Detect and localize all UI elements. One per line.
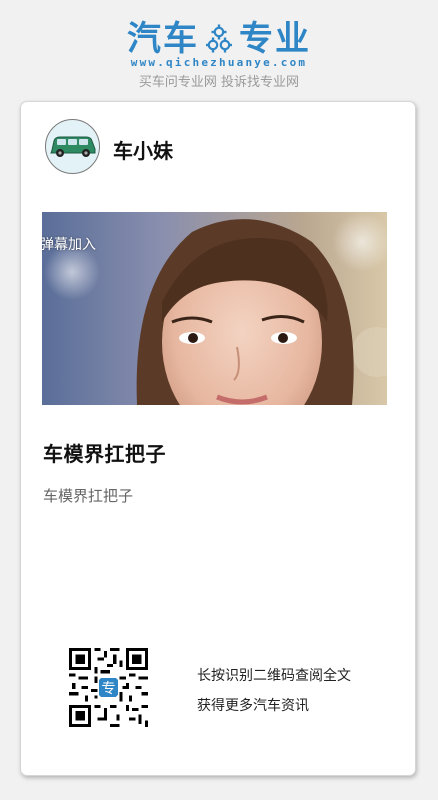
danmaku-label[interactable]: 弹幕加入 bbox=[42, 234, 96, 254]
qr-hint-line2: 获得更多汽车资讯 bbox=[197, 698, 309, 714]
site-logo[interactable]: 汽车 专业 bbox=[0, 18, 438, 60]
logo-slogan: 买车问专业网 投诉找专业网 bbox=[138, 75, 300, 90]
logo-text-left: 汽车 bbox=[127, 19, 199, 59]
logo-url: www.qichezhuanye.com bbox=[130, 56, 308, 69]
logo-text-right: 专业 bbox=[239, 19, 311, 59]
qr-code[interactable]: 专 bbox=[69, 648, 148, 727]
qr-center-badge: 专 bbox=[101, 680, 115, 697]
article-title: 车模界扛把子 bbox=[43, 442, 166, 466]
car-avatar-icon bbox=[50, 136, 96, 157]
qr-hint-line1: 长按识别二维码查阅全文 bbox=[197, 668, 351, 684]
author-name[interactable]: 车小妹 bbox=[113, 135, 173, 164]
hero-image[interactable]: 弹幕加入 bbox=[42, 212, 387, 405]
article-summary: 车模界扛把子 bbox=[43, 487, 134, 505]
avatar[interactable] bbox=[45, 119, 100, 174]
gear-icon bbox=[206, 24, 232, 53]
article-card: 车小妹 弹幕加入 车模界扛把子 车模界扛把子 专 长按识别二维码查阅全文 获得更… bbox=[20, 101, 416, 776]
site-header: 汽车 专业 www.qichezhuanye.com 买车问专业网 投诉找专业网 bbox=[0, 0, 438, 100]
